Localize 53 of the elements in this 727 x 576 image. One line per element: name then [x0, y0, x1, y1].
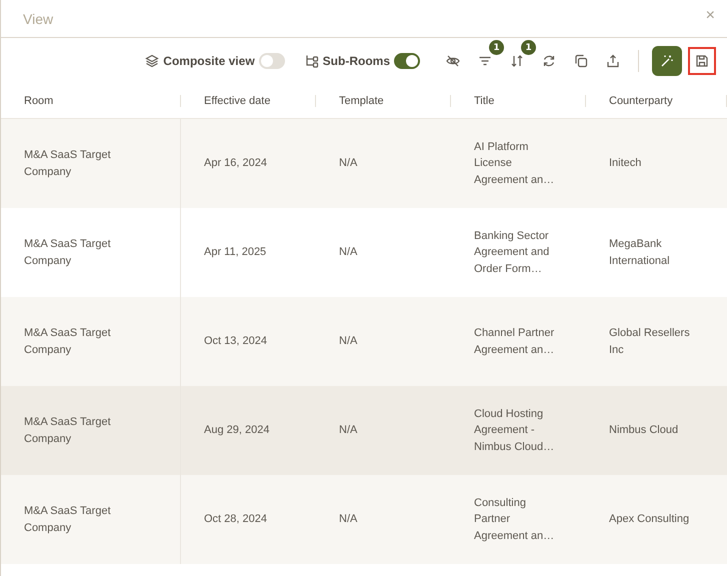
- table-cell-text: Oct 28, 2024: [204, 512, 267, 528]
- table-cell-text: Cloud Hosting Agreement - Nimbus Cloud…: [474, 406, 556, 455]
- table-cell-text: N/A: [339, 245, 358, 260]
- column-header[interactable]: Effective date: [181, 95, 316, 107]
- toggle-label: Sub-Rooms: [322, 54, 390, 68]
- table-cell-text: M&A SaaS Target Company: [24, 504, 112, 536]
- table-cell-text: Oct 13, 2024: [204, 334, 267, 350]
- column-header[interactable]: Title: [451, 95, 586, 107]
- sub-rooms-switch[interactable]: [394, 53, 420, 69]
- magic-wand-icon: [660, 54, 674, 68]
- eye-off-icon: [446, 54, 460, 68]
- table-cell-text: Nimbus Cloud: [609, 423, 678, 438]
- table-cell-text: M&A SaaS Target Company: [24, 415, 112, 446]
- table-cell-text: Aug 29, 2024: [204, 423, 270, 438]
- table-cell-text: Banking Sector Agreement and Order Form…: [474, 228, 550, 277]
- table-cell-text: N/A: [339, 423, 358, 438]
- column-header[interactable]: Room: [1, 95, 181, 107]
- toggle-label: Composite view: [163, 54, 255, 68]
- save-button[interactable]: [690, 49, 714, 73]
- table-cell-text: M&A SaaS Target Company: [24, 326, 112, 358]
- table-cell-text: Initech: [609, 156, 642, 172]
- filter-icon: [478, 54, 492, 68]
- table-cell-text: N/A: [339, 334, 358, 350]
- copy-icon: [574, 54, 588, 68]
- table-cell-text: Channel Partner Agreement an…: [474, 326, 556, 358]
- count-badge: 1: [521, 40, 536, 55]
- upload-icon: [606, 54, 620, 68]
- table-cell-text: AI Platform License Agreement an…: [474, 140, 556, 188]
- table-cell-text: Global Resellers Inc: [609, 326, 691, 358]
- window-title: View: [23, 10, 54, 26]
- table-cell-text: M&A SaaS Target Company: [24, 237, 112, 268]
- table-row[interactable]: M&A SaaS Target Company Apr 16, 2024 N/A AI Platform License Agreement an… Initech: [1, 119, 727, 208]
- sort-icon: [510, 54, 524, 68]
- save-icon: [695, 54, 709, 68]
- table-row[interactable]: M&A SaaS Target Company Oct 28, 2024 N/A Consulting Partner Agreement an… Apex Consulting: [1, 475, 727, 564]
- layers-icon: [145, 54, 160, 68]
- table-row[interactable]: M&A SaaS Target Company Aug 29, 2024 N/A Cloud Hosting Agreement - Nimbus Cloud… Nimbus Cloud: [1, 386, 727, 475]
- refresh-icon: [542, 54, 556, 68]
- table-cell-text: MegaBank International: [609, 237, 671, 268]
- table-cell-text: Apex Consulting: [609, 512, 690, 528]
- magic-button[interactable]: [652, 46, 682, 76]
- table-row[interactable]: M&A SaaS Target Company Oct 13, 2024 N/A Channel Partner Agreement an… Global Resellers Inc: [1, 297, 727, 386]
- table-cell-text: N/A: [339, 512, 358, 528]
- column-header[interactable]: Counterparty: [586, 95, 727, 107]
- table-cell-text: Apr 11, 2025: [204, 245, 266, 260]
- column-header[interactable]: Template: [316, 95, 451, 107]
- count-badge: 1: [489, 40, 504, 55]
- table-cell-text: N/A: [339, 156, 358, 172]
- table-cell-text: M&A SaaS Target Company: [24, 148, 112, 180]
- hierarchy-icon: [304, 54, 319, 68]
- table-cell-text: Consulting Partner Agreement an…: [474, 496, 556, 544]
- composite-view-switch[interactable]: [258, 53, 285, 69]
- table-cell-text: Apr 16, 2024: [204, 156, 267, 172]
